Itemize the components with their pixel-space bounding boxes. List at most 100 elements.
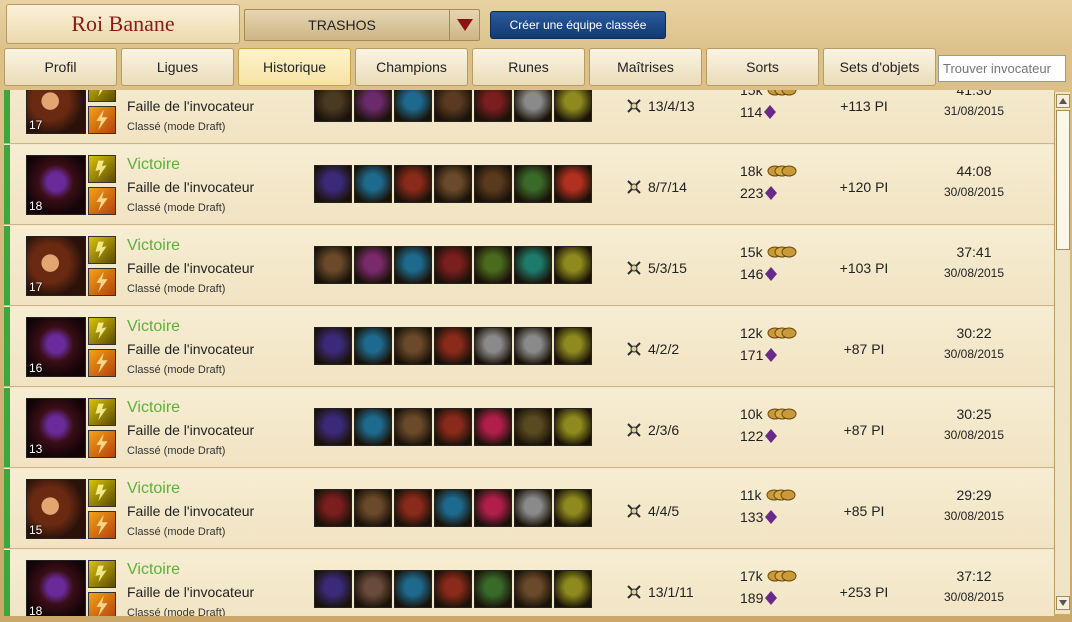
crossed-swords-icon (627, 261, 641, 275)
summoner-spell-smite-icon[interactable] (88, 430, 116, 458)
match-duration: 37:12 (956, 568, 992, 584)
item-slot-icon[interactable] (314, 489, 352, 527)
tab-sets-d-objets[interactable]: Sets d'objets (823, 48, 936, 86)
item-slot-icon[interactable] (394, 246, 432, 284)
item-slot-icon[interactable] (554, 90, 592, 122)
find-summoner-input[interactable] (938, 55, 1066, 82)
item-slot-icon[interactable] (554, 489, 592, 527)
item-slot-icon[interactable] (514, 327, 552, 365)
item-slot-icon[interactable] (514, 570, 552, 608)
item-slot-icon[interactable] (514, 246, 552, 284)
item-slot-icon[interactable] (434, 489, 472, 527)
item-slot-icon[interactable] (314, 327, 352, 365)
item-slot-icon[interactable] (354, 489, 392, 527)
match-row[interactable]: 13 Victoire Faille de l'invocateur Class… (4, 388, 1054, 468)
champion-portrait[interactable]: 15 (26, 479, 86, 539)
item-slot-icon[interactable] (514, 90, 552, 122)
champion-portrait[interactable]: 18 (26, 560, 86, 616)
champion-portrait[interactable]: 13 (26, 398, 86, 458)
dropdown-arrow-icon[interactable] (449, 10, 479, 40)
win-indicator (4, 307, 10, 386)
summoner-spell-ghost-icon[interactable] (88, 155, 116, 183)
tab-profil[interactable]: Profil (4, 48, 117, 86)
item-slot-icon[interactable] (474, 246, 512, 284)
match-row[interactable]: 18 Victoire Faille de l'invocateur Class… (4, 145, 1054, 225)
item-slot-icon[interactable] (554, 327, 592, 365)
kda-value: 4/4/5 (648, 503, 680, 519)
match-row[interactable]: 17 Victoire Faille de l'invocateur Class… (4, 226, 1054, 306)
item-slot-icon[interactable] (314, 165, 352, 203)
match-row[interactable]: 15 Victoire Faille de l'invocateur Class… (4, 469, 1054, 549)
item-slot-icon[interactable] (514, 165, 552, 203)
item-slot-icon[interactable] (474, 165, 512, 203)
item-slot-icon[interactable] (354, 570, 392, 608)
item-slot-icon[interactable] (314, 408, 352, 446)
item-slot-icon[interactable] (554, 570, 592, 608)
item-slot-icon[interactable] (554, 246, 592, 284)
champion-portrait[interactable]: 17 (26, 236, 86, 296)
gold-value: 11k (740, 487, 762, 503)
item-slot-icon[interactable] (354, 165, 392, 203)
item-slot-icon[interactable] (434, 246, 472, 284)
summoner-spell-ghost-icon[interactable] (88, 560, 116, 588)
summoner-spell-ghost-icon[interactable] (88, 90, 116, 102)
summoner-spell-ghost-icon[interactable] (88, 479, 116, 507)
item-slot-icon[interactable] (474, 327, 512, 365)
item-slot-icon[interactable] (434, 570, 472, 608)
summoner-spell-smite-icon[interactable] (88, 592, 116, 616)
champion-portrait[interactable]: 18 (26, 155, 86, 215)
summoner-spell-ghost-icon[interactable] (88, 236, 116, 264)
item-slot-icon[interactable] (514, 489, 552, 527)
tab-ligues[interactable]: Ligues (121, 48, 234, 86)
summoner-spell-smite-icon[interactable] (88, 268, 116, 296)
item-slot-icon[interactable] (554, 165, 592, 203)
match-row[interactable]: 17 Faille de l'invocateur Classé (mode D… (4, 90, 1054, 144)
item-slot-icon[interactable] (394, 327, 432, 365)
item-slot-icon[interactable] (514, 408, 552, 446)
match-row[interactable]: 16 Victoire Faille de l'invocateur Class… (4, 307, 1054, 387)
item-slot-icon[interactable] (394, 570, 432, 608)
item-slot-icon[interactable] (394, 90, 432, 122)
item-slot-icon[interactable] (554, 408, 592, 446)
item-slot-icon[interactable] (394, 408, 432, 446)
item-slot-icon[interactable] (354, 408, 392, 446)
item-slot-icon[interactable] (314, 570, 352, 608)
create-ranked-team-button[interactable]: Créer une équipe classée (490, 11, 666, 39)
summoner-spell-ghost-icon[interactable] (88, 398, 116, 426)
scroll-down-icon[interactable] (1056, 596, 1070, 610)
item-slot-icon[interactable] (434, 408, 472, 446)
champion-portrait[interactable]: 17 (26, 90, 86, 134)
team-dropdown[interactable]: TRASHOS (244, 9, 480, 41)
scroll-thumb[interactable] (1056, 110, 1070, 250)
summoner-spell-smite-icon[interactable] (88, 349, 116, 377)
item-slot-icon[interactable] (314, 246, 352, 284)
scrollbar[interactable] (1054, 92, 1070, 614)
item-slot-icon[interactable] (474, 408, 512, 446)
item-slot-icon[interactable] (354, 246, 392, 284)
tab-sorts[interactable]: Sorts (706, 48, 819, 86)
summoner-spell-smite-icon[interactable] (88, 511, 116, 539)
champion-portrait[interactable]: 16 (26, 317, 86, 377)
item-slot-icon[interactable] (314, 90, 352, 122)
tab-runes[interactable]: Runes (472, 48, 585, 86)
item-slot-icon[interactable] (474, 489, 512, 527)
match-row[interactable]: 18 Victoire Faille de l'invocateur Class… (4, 550, 1054, 616)
item-slot-icon[interactable] (394, 165, 432, 203)
summoner-spell-ghost-icon[interactable] (88, 317, 116, 345)
map-name: Faille de l'invocateur (127, 98, 255, 114)
item-slot-icon[interactable] (354, 327, 392, 365)
item-slot-icon[interactable] (474, 90, 512, 122)
cs-value: 114 (740, 104, 763, 120)
item-slot-icon[interactable] (354, 90, 392, 122)
tab-ma-trises[interactable]: Maîtrises (589, 48, 702, 86)
summoner-spell-smite-icon[interactable] (88, 187, 116, 215)
item-slot-icon[interactable] (474, 570, 512, 608)
item-slot-icon[interactable] (434, 90, 472, 122)
summoner-spell-smite-icon[interactable] (88, 106, 116, 134)
item-slot-icon[interactable] (434, 165, 472, 203)
item-slot-icon[interactable] (394, 489, 432, 527)
item-slot-icon[interactable] (434, 327, 472, 365)
tab-historique[interactable]: Historique (238, 48, 351, 86)
tab-champions[interactable]: Champions (355, 48, 468, 86)
scroll-up-icon[interactable] (1056, 94, 1070, 108)
